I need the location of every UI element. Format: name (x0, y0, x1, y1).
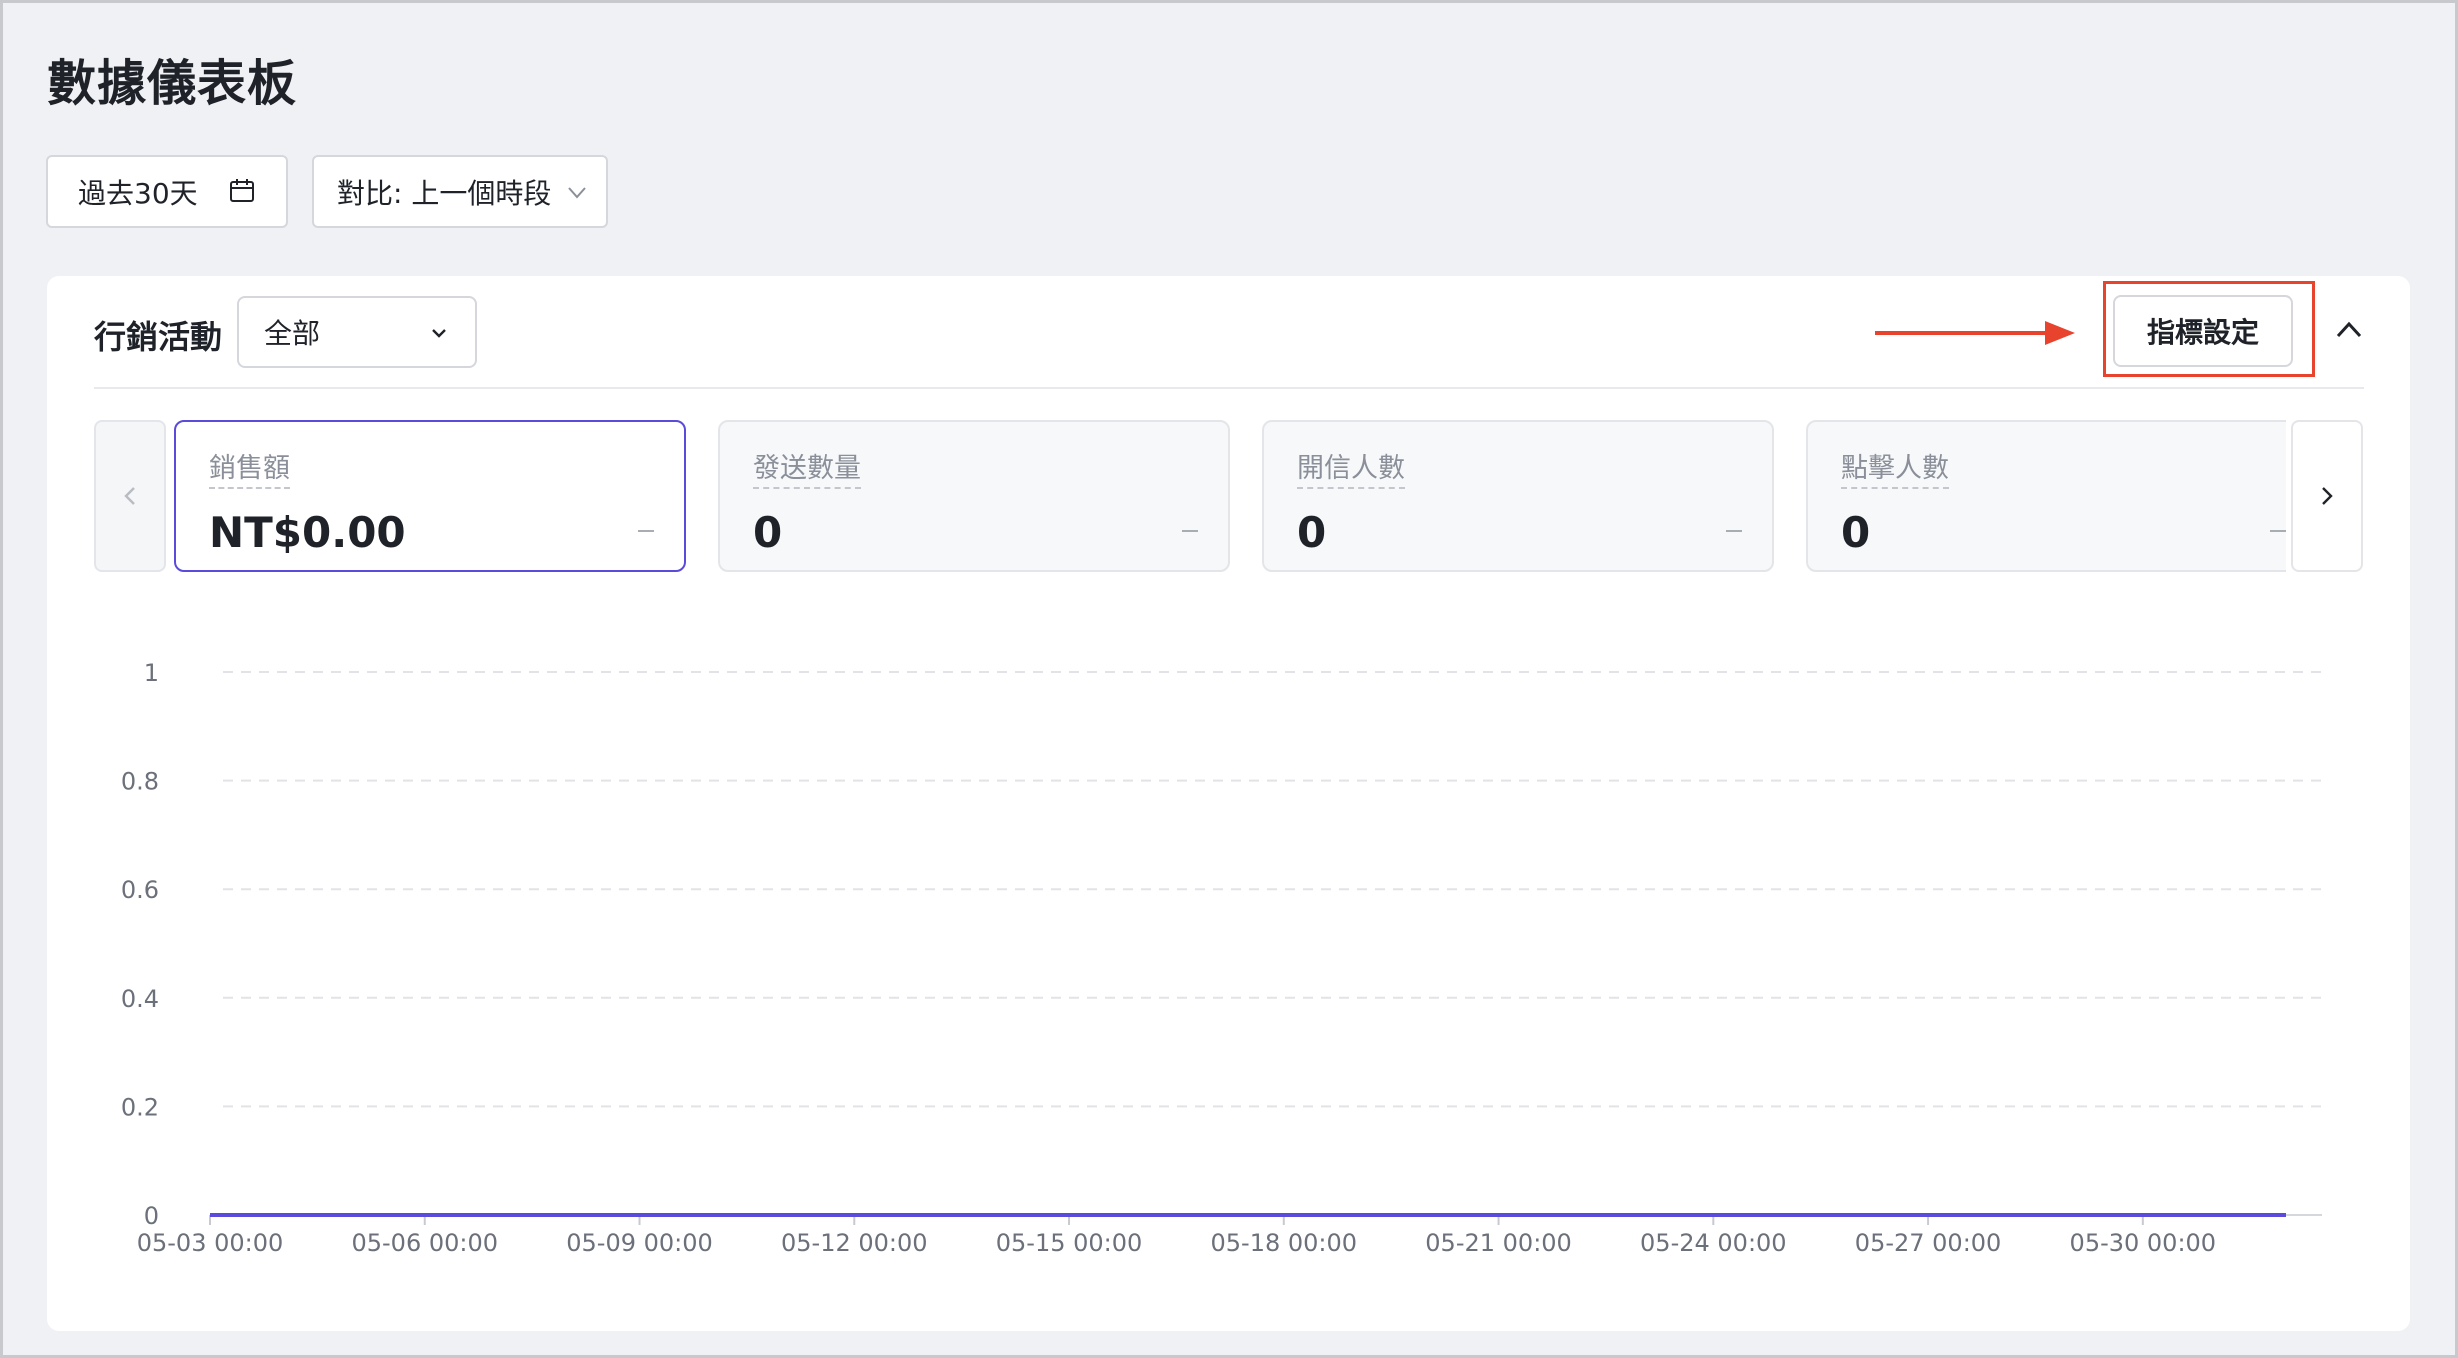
page-title: 數據儀表板 (47, 55, 298, 112)
campaign-select-value: 全部 (264, 317, 321, 350)
date-range-label: 過去30天 (78, 176, 198, 210)
x-tick-label: 05-27 00:00 (1855, 1229, 2002, 1257)
y-tick-label: 0.2 (121, 1093, 159, 1121)
x-tick-label: 05-15 00:00 (996, 1229, 1143, 1257)
chevron-down-icon (432, 329, 446, 338)
campaign-dashboard-card: 行銷活動 全部 指標設定 銷售額 NT$0.00 發送數量 0 開信人數 0 點… (47, 276, 2410, 1331)
kpi-name[interactable]: 點擊人數 (1841, 446, 1949, 489)
date-range-picker[interactable]: 過去30天 (46, 155, 288, 228)
kpi-trend-placeholder (638, 530, 654, 532)
kpi-next-button[interactable] (2291, 420, 2363, 572)
kpi-card-sent[interactable]: 發送數量 0 (718, 420, 1230, 572)
y-tick-label: 0.6 (121, 876, 159, 904)
x-tick-label: 05-24 00:00 (1640, 1229, 1787, 1257)
kpi-card-opens[interactable]: 開信人數 0 (1262, 420, 1774, 572)
kpi-value: 0 (1297, 508, 1327, 557)
kpi-name[interactable]: 銷售額 (209, 446, 290, 489)
chevron-up-icon[interactable] (2334, 318, 2364, 342)
compare-period-select[interactable]: 對比: 上一個時段 (312, 155, 608, 228)
chevron-left-icon (124, 487, 135, 505)
y-tick-label: 0.8 (121, 768, 159, 796)
metric-settings-button[interactable]: 指標設定 (2113, 295, 2293, 367)
kpi-value: 0 (753, 508, 783, 557)
compare-period-label: 對比: 上一個時段 (337, 176, 552, 210)
kpi-name[interactable]: 開信人數 (1297, 446, 1405, 489)
x-tick-label: 05-18 00:00 (1211, 1229, 1358, 1257)
chevron-right-icon (2322, 487, 2333, 505)
x-tick-label: 05-09 00:00 (566, 1229, 713, 1257)
x-tick-label: 05-12 00:00 (781, 1229, 928, 1257)
x-tick-label: 05-03 00:00 (137, 1229, 284, 1257)
kpi-prev-button[interactable] (94, 420, 166, 572)
kpi-name[interactable]: 發送數量 (753, 446, 861, 489)
x-tick-label: 05-21 00:00 (1425, 1229, 1572, 1257)
y-tick-label: 1 (144, 659, 159, 687)
kpi-value: NT$0.00 (209, 508, 406, 557)
chevron-down-icon (568, 187, 586, 199)
card-divider (94, 387, 2364, 389)
campaign-label: 行銷活動 (94, 318, 223, 356)
y-tick-label: 0 (144, 1202, 159, 1230)
x-tick-label: 05-06 00:00 (351, 1229, 498, 1257)
kpi-card-clicks[interactable]: 點擊人數 0 (1806, 420, 2286, 572)
kpi-trend-placeholder (1726, 530, 1742, 532)
calendar-icon (230, 179, 254, 202)
kpi-strip: 銷售額 NT$0.00 發送數量 0 開信人數 0 點擊人數 0 (174, 420, 2286, 572)
kpi-trend-placeholder (2270, 530, 2286, 532)
kpi-value: 0 (1841, 508, 1871, 557)
x-tick-label: 05-30 00:00 (2070, 1229, 2217, 1257)
campaign-select[interactable]: 全部 (237, 296, 477, 368)
kpi-card-sales[interactable]: 銷售額 NT$0.00 (174, 420, 686, 572)
annotation-arrow (1875, 321, 2075, 345)
line-chart: 0 0.2 0.4 0.6 0.8 1 05-03 00:00 05-06 00:00 05-0… (121, 659, 2322, 1257)
kpi-trend-placeholder (1182, 530, 1198, 532)
y-tick-label: 0.4 (121, 985, 159, 1013)
